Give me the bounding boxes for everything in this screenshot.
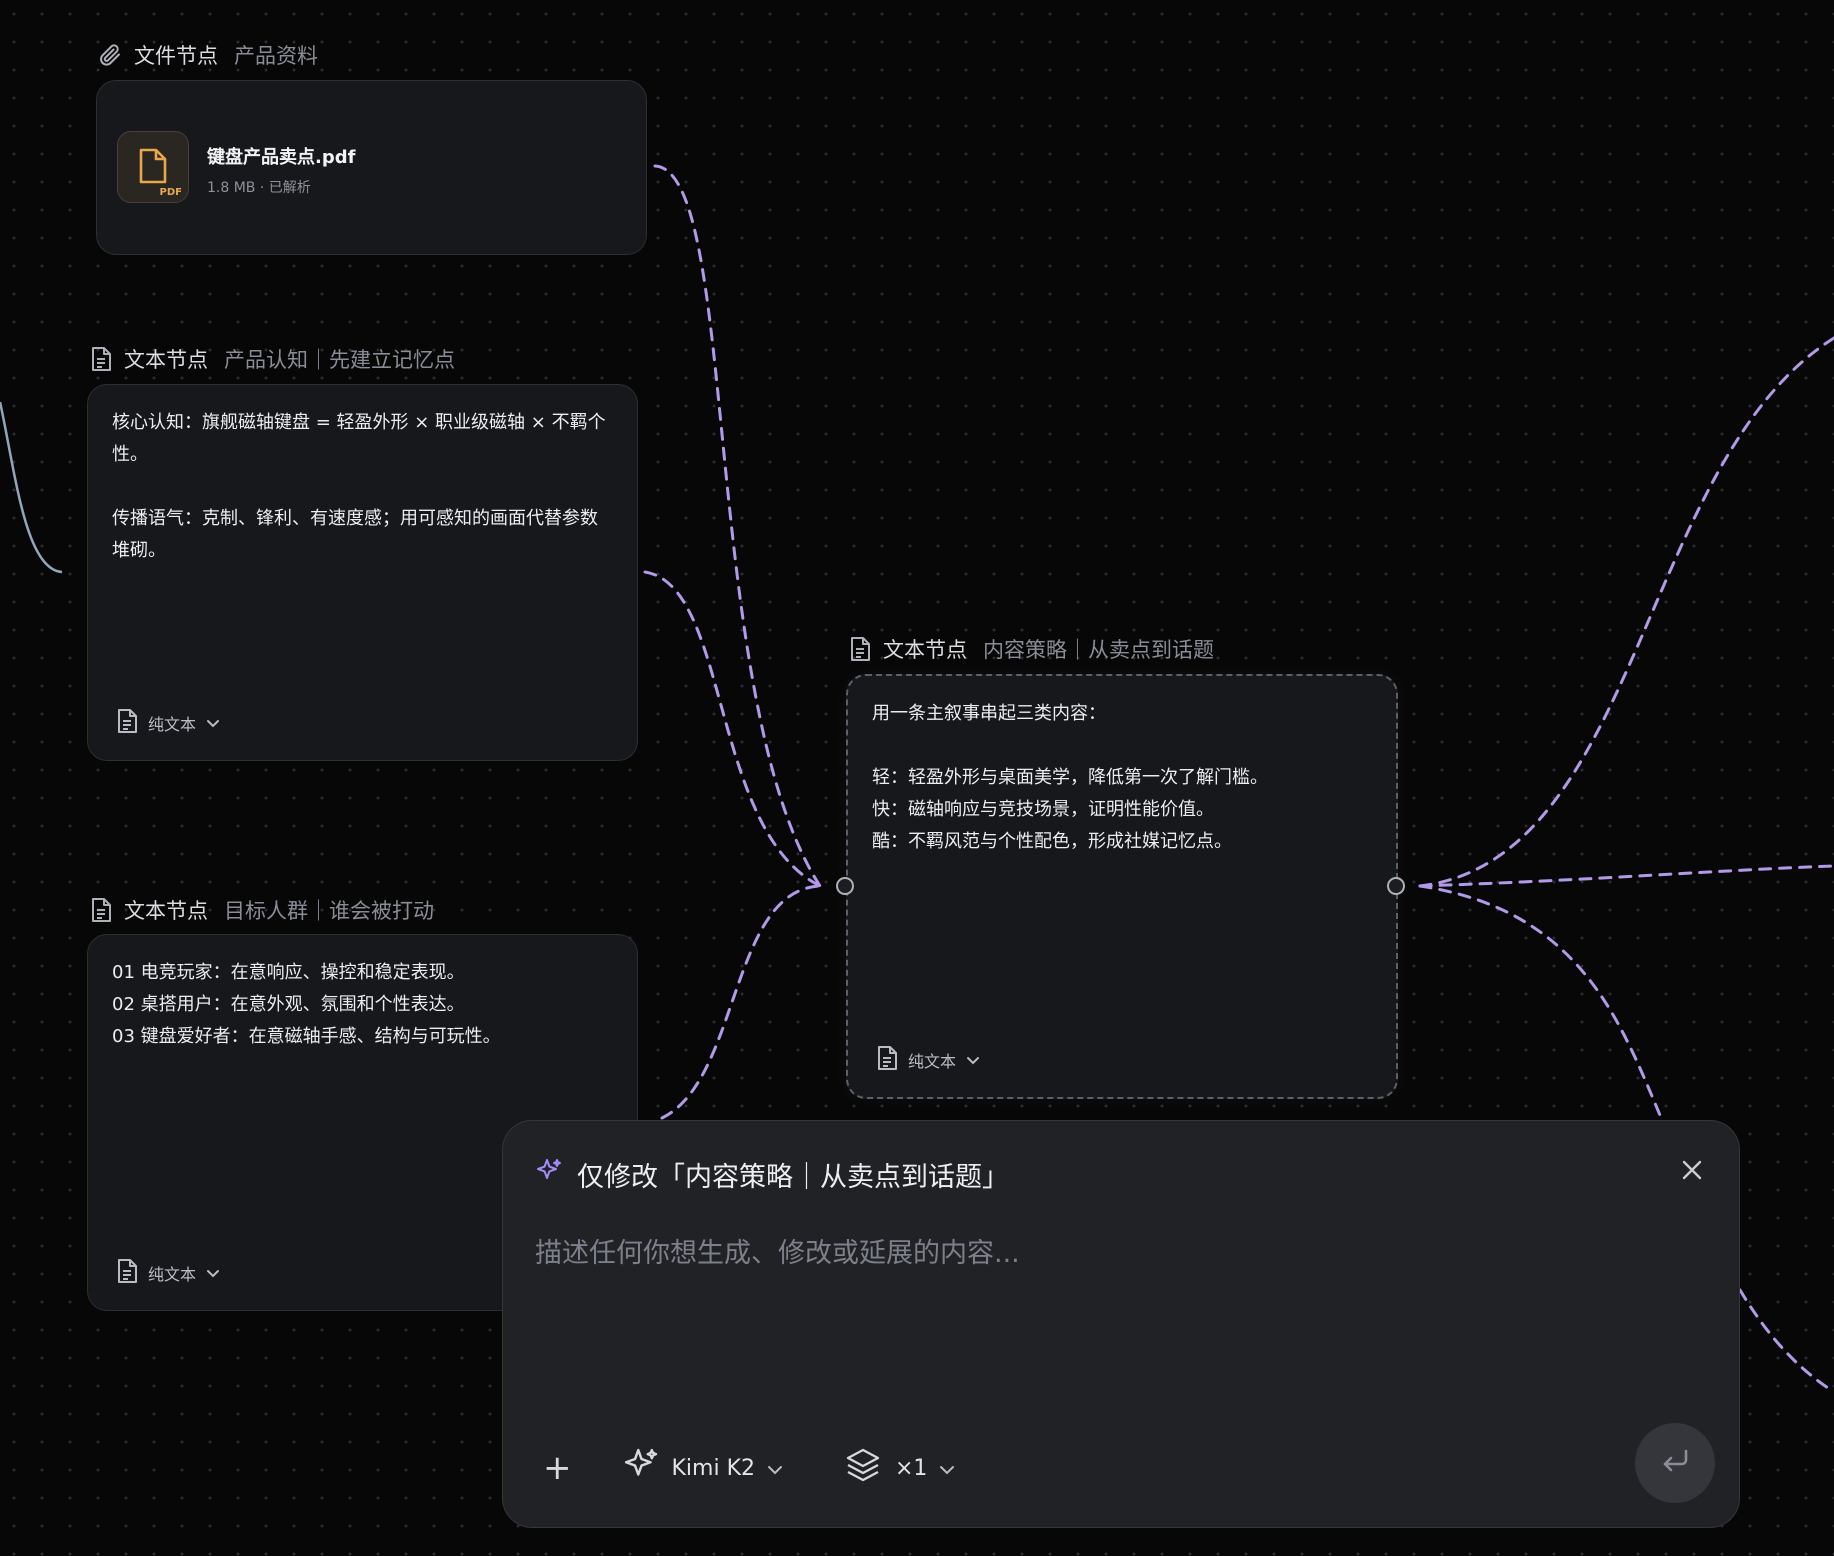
layers-icon bbox=[843, 1445, 883, 1491]
chevron-down-icon bbox=[767, 1456, 783, 1481]
paperclip-icon bbox=[98, 43, 122, 67]
node-type-label: 文件节点 bbox=[134, 44, 218, 68]
format-label: 纯文本 bbox=[908, 1052, 957, 1071]
document-icon bbox=[876, 1045, 898, 1075]
document-icon bbox=[90, 346, 112, 372]
output-handle[interactable] bbox=[1387, 877, 1405, 895]
edge-file-to-strategy bbox=[653, 164, 822, 888]
node-type-label: 文本节点 bbox=[883, 638, 967, 662]
document-icon bbox=[90, 897, 112, 923]
edge-offscreen-left bbox=[0, 401, 63, 574]
pdf-badge-label: PDF bbox=[159, 187, 182, 198]
ai-edit-panel: 仅修改「内容策略｜从卖点到话题」 + Kimi K2 ×1 bbox=[502, 1120, 1740, 1528]
text-node-cognition[interactable]: 核心认知：旗舰磁轴键盘 = 轻盈外形 × 职业级磁轴 × 不羁个性。 传播语气：… bbox=[87, 384, 638, 761]
panel-title: 仅修改「内容策略｜从卖点到话题」 bbox=[535, 1155, 1009, 1194]
enter-icon bbox=[1660, 1448, 1690, 1478]
chevron-down-icon bbox=[939, 1456, 955, 1481]
model-label: Kimi K2 bbox=[671, 1455, 756, 1481]
format-label: 纯文本 bbox=[148, 715, 197, 734]
panel-toolbar: + Kimi K2 ×1 bbox=[543, 1445, 955, 1491]
text-node-header-audience: 文本节点 目标人群｜谁会被打动 bbox=[90, 895, 434, 925]
text-node-strategy[interactable]: 用一条主叙事串起三类内容： 轻：轻盈外形与桌面美学，降低第一次了解门槛。 快：磁… bbox=[846, 674, 1398, 1099]
node-title: 产品认知｜先建立记忆点 bbox=[224, 348, 455, 372]
close-icon[interactable] bbox=[1681, 1160, 1703, 1185]
plus-icon: + bbox=[543, 1448, 572, 1488]
node-title: 内容策略｜从卖点到话题 bbox=[983, 638, 1214, 662]
pdf-file-icon: PDF bbox=[117, 131, 189, 203]
edge-strategy-to-right-low bbox=[1418, 884, 1664, 1122]
sparkle-icon bbox=[622, 1446, 660, 1490]
format-selector[interactable]: 纯文本 bbox=[116, 708, 220, 738]
document-icon bbox=[116, 708, 138, 738]
chevron-down-icon bbox=[966, 1051, 980, 1070]
file-node-header: 文件节点 产品资料 bbox=[98, 40, 318, 70]
file-meta: 1.8 MB · 已解析 bbox=[207, 180, 311, 196]
chevron-down-icon bbox=[206, 1264, 220, 1283]
add-button[interactable]: + bbox=[543, 1451, 572, 1485]
edge-strategy-to-right-top bbox=[1418, 336, 1834, 888]
file-node-card[interactable]: PDF 键盘产品卖点.pdf 1.8 MB · 已解析 bbox=[96, 80, 647, 255]
document-icon bbox=[116, 1258, 138, 1288]
format-selector[interactable]: 纯文本 bbox=[116, 1258, 220, 1288]
chevron-down-icon bbox=[206, 714, 220, 733]
node-content[interactable]: 核心认知：旗舰磁轴键盘 = 轻盈外形 × 职业级磁轴 × 不羁个性。 传播语气：… bbox=[112, 407, 611, 567]
prompt-input[interactable] bbox=[533, 1229, 1697, 1393]
panel-title-text: 仅修改「内容策略｜从卖点到话题」 bbox=[577, 1162, 1009, 1193]
node-content[interactable]: 01 电竞玩家：在意响应、操控和稳定表现。 02 桌搭用户：在意外观、氛围和个性… bbox=[112, 957, 611, 1053]
node-content[interactable]: 用一条主叙事串起三类内容： 轻：轻盈外形与桌面美学，降低第一次了解门槛。 快：磁… bbox=[872, 698, 1370, 858]
file-name[interactable]: 键盘产品卖点.pdf bbox=[207, 143, 355, 169]
edge-audience-to-strategy bbox=[660, 884, 822, 1120]
close-button[interactable] bbox=[1681, 1159, 1703, 1185]
edge-cognition-to-strategy bbox=[643, 570, 822, 888]
format-selector[interactable]: 纯文本 bbox=[876, 1045, 980, 1075]
node-type-label: 文本节点 bbox=[124, 899, 208, 923]
format-label: 纯文本 bbox=[148, 1265, 197, 1284]
edge-strategy-to-right-mid bbox=[1418, 864, 1834, 888]
text-node-header-strategy: 文本节点 内容策略｜从卖点到话题 bbox=[849, 634, 1214, 664]
model-selector[interactable]: Kimi K2 bbox=[622, 1446, 784, 1490]
count-selector[interactable]: ×1 bbox=[843, 1445, 955, 1491]
input-handle[interactable] bbox=[836, 877, 854, 895]
edge-strategy-to-right-bottom bbox=[1738, 1288, 1834, 1394]
node-type-label: 文本节点 bbox=[124, 348, 208, 372]
text-node-header-cognition: 文本节点 产品认知｜先建立记忆点 bbox=[90, 344, 455, 374]
count-label: ×1 bbox=[895, 1455, 928, 1481]
node-title: 目标人群｜谁会被打动 bbox=[224, 899, 434, 923]
document-icon bbox=[849, 636, 871, 662]
sparkle-icon bbox=[535, 1157, 563, 1192]
send-button[interactable] bbox=[1635, 1423, 1715, 1503]
node-title: 产品资料 bbox=[234, 44, 318, 68]
